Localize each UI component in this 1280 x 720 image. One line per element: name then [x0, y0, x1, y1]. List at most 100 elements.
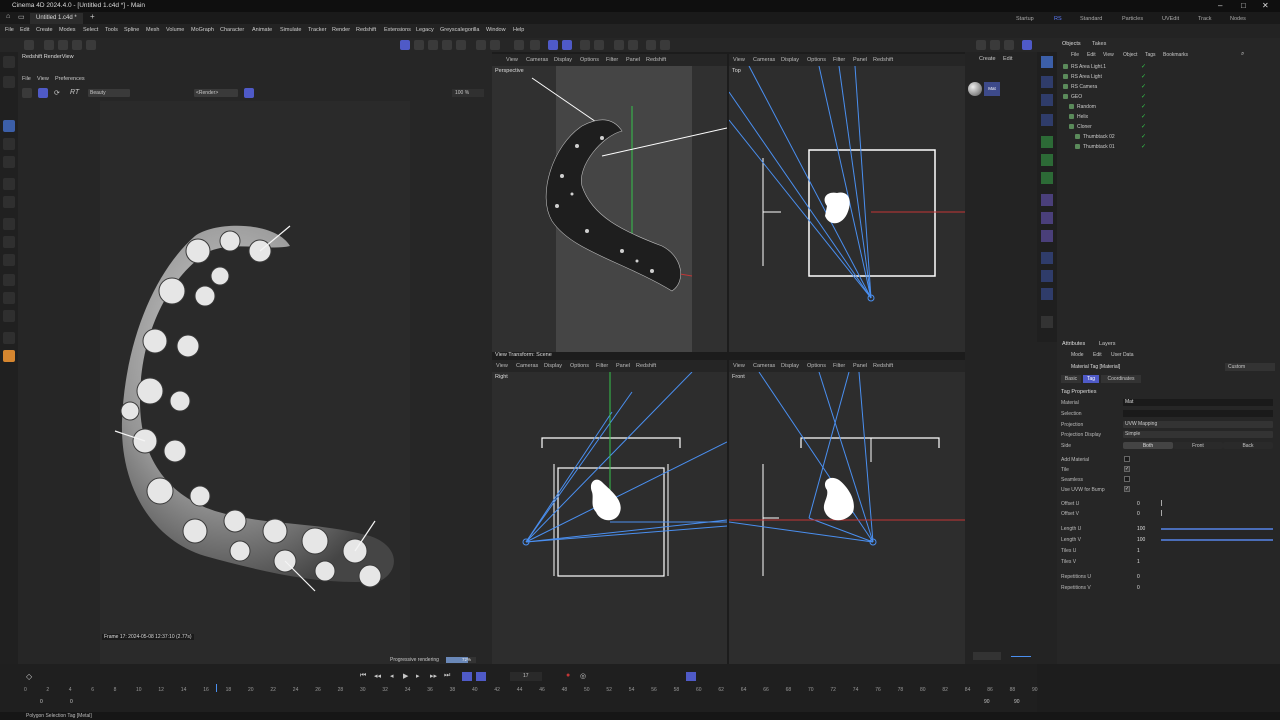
camera-icon[interactable] — [1041, 270, 1053, 282]
lock-camera-icon[interactable] — [244, 88, 254, 98]
menu-redshift[interactable]: Redshift — [356, 27, 376, 33]
rv-menu-view[interactable]: View — [37, 76, 49, 82]
refresh-icon[interactable]: ⟳ — [54, 89, 60, 97]
repetitions-v-value[interactable]: 0 — [1137, 585, 1140, 591]
edges-mode-icon[interactable] — [428, 40, 438, 50]
cube-icon[interactable] — [1041, 56, 1053, 68]
menu-legacy[interactable]: Legacy — [416, 27, 434, 33]
snap-icon[interactable] — [514, 40, 524, 50]
render-view-icon[interactable] — [580, 40, 590, 50]
obj-menu-tags[interactable]: Tags — [1145, 52, 1156, 58]
add-material-checkbox[interactable] — [1124, 456, 1130, 462]
uv-mode-icon[interactable] — [456, 40, 466, 50]
rv-menu-file[interactable]: File — [22, 76, 31, 82]
vmenu-filter[interactable]: Filter — [833, 57, 845, 63]
visibility-check-icon[interactable]: ✓ — [1141, 63, 1146, 70]
object-name[interactable]: RS Area Light.1 — [1071, 64, 1106, 70]
repetitions-u-value[interactable]: 0 — [1137, 574, 1140, 580]
range-end[interactable]: 90 — [984, 699, 990, 705]
side-front[interactable]: Front — [1173, 442, 1223, 449]
polygons-mode-icon[interactable] — [442, 40, 452, 50]
menu-help[interactable]: Help — [513, 27, 524, 33]
vmenu-cameras[interactable]: Cameras — [526, 57, 548, 63]
projection-dropdown[interactable]: UVW Mapping — [1123, 421, 1273, 428]
layout-track[interactable]: Track — [1198, 14, 1212, 24]
object-row[interactable]: RS Area Light ✓ — [1057, 72, 1280, 82]
transform-tool-icon[interactable] — [3, 178, 15, 190]
object-row[interactable]: Thumbtack 01 ✓ — [1057, 142, 1280, 152]
menu-tools[interactable]: Tools — [105, 27, 118, 33]
vmenu-display[interactable]: Display — [544, 363, 562, 369]
brush-icon[interactable] — [3, 292, 15, 304]
obj-menu-object[interactable]: Object — [1123, 52, 1137, 58]
material-link-field[interactable]: Mat — [1123, 399, 1273, 406]
visibility-check-icon[interactable]: ✓ — [1141, 83, 1146, 90]
vmenu-filter[interactable]: Filter — [596, 363, 608, 369]
search-icon[interactable] — [3, 56, 15, 68]
new-tab-icon[interactable]: + — [90, 12, 95, 21]
vmenu-redshift[interactable]: Redshift — [873, 57, 893, 63]
menu-greyscalegorilla[interactable]: Greyscalegorilla — [440, 27, 479, 33]
top-view[interactable]: View Cameras Display Options Filter Pane… — [729, 54, 965, 352]
workplane-icon[interactable] — [562, 40, 572, 50]
redshift-icon[interactable] — [3, 350, 15, 362]
vmenu-panel[interactable]: Panel — [853, 363, 867, 369]
move-z-icon[interactable] — [72, 40, 82, 50]
tiles-u-value[interactable]: 1 — [1137, 548, 1140, 554]
vmenu-display[interactable]: Display — [781, 57, 799, 63]
object-row[interactable]: RS Area Light.1 ✓ — [1057, 62, 1280, 72]
offset-u-slider[interactable] — [1161, 500, 1162, 506]
move-tool-icon[interactable] — [3, 120, 15, 132]
maximize-icon[interactable]: □ — [1241, 0, 1246, 12]
object-name[interactable]: RS Camera — [1071, 84, 1097, 90]
subtab-coordinates[interactable]: Coordinates — [1101, 375, 1141, 383]
menu-character[interactable]: Character — [220, 27, 244, 33]
grid-icon[interactable] — [548, 40, 558, 50]
environment-icon[interactable] — [1041, 252, 1053, 264]
material-name[interactable]: Mat — [984, 82, 1000, 96]
projection-display-dropdown[interactable]: Simple — [1123, 431, 1273, 438]
layout-nodes[interactable]: Nodes — [1230, 14, 1246, 24]
vmenu-filter[interactable]: Filter — [833, 363, 845, 369]
menu-window[interactable]: Window — [486, 27, 506, 33]
perspective-view[interactable]: View Cameras Display Options Filter Pane… — [492, 54, 727, 352]
range-end-2[interactable]: 90 — [1014, 699, 1020, 705]
light-icon[interactable] — [1041, 288, 1053, 300]
deformer-icon[interactable] — [1041, 194, 1053, 206]
playhead[interactable] — [216, 684, 217, 692]
tab-layers[interactable]: Layers — [1099, 341, 1116, 347]
object-name[interactable]: Helix — [1077, 114, 1088, 120]
ipr-icon[interactable] — [646, 40, 656, 50]
layout-b-icon[interactable] — [990, 40, 1000, 50]
text-icon[interactable] — [1041, 114, 1053, 126]
menu-select[interactable]: Select — [83, 27, 98, 33]
vmenu-display[interactable]: Display — [781, 363, 799, 369]
obj-menu-file[interactable]: File — [1071, 52, 1079, 58]
vmenu-view[interactable]: View — [506, 57, 518, 63]
vmenu-panel[interactable]: Panel — [626, 57, 640, 63]
object-row[interactable]: Random ✓ — [1057, 102, 1280, 112]
layout-startup[interactable]: Startup — [1016, 14, 1034, 24]
length-v-value[interactable]: 100 — [1137, 537, 1145, 543]
visibility-check-icon[interactable]: ✓ — [1141, 143, 1146, 150]
material-swatch[interactable] — [968, 82, 982, 96]
spline-deformer-icon[interactable] — [1041, 230, 1053, 242]
visibility-check-icon[interactable]: ✓ — [1141, 113, 1146, 120]
right-view[interactable]: View Cameras Display Options Filter Pane… — [492, 360, 727, 664]
picture-viewer-icon[interactable] — [628, 40, 638, 50]
generator-icon[interactable] — [1041, 136, 1053, 148]
obj-menu-view[interactable]: View — [1103, 52, 1114, 58]
vmenu-options[interactable]: Options — [807, 57, 826, 63]
vmenu-display[interactable]: Display — [554, 57, 572, 63]
menu-file[interactable]: File — [5, 27, 14, 33]
live-select-icon[interactable] — [3, 196, 15, 208]
layout-a-icon[interactable] — [976, 40, 986, 50]
model-mode-icon[interactable] — [400, 40, 410, 50]
subtab-basic[interactable]: Basic — [1061, 375, 1081, 383]
front-view[interactable]: View Cameras Display Options Filter Pane… — [729, 360, 965, 664]
vmenu-cameras[interactable]: Cameras — [753, 363, 775, 369]
coord-system-icon[interactable] — [86, 40, 96, 50]
object-name[interactable]: GEO — [1071, 94, 1082, 100]
object-name[interactable]: Thumbtack 01 — [1083, 144, 1115, 150]
vmenu-panel[interactable]: Panel — [853, 57, 867, 63]
